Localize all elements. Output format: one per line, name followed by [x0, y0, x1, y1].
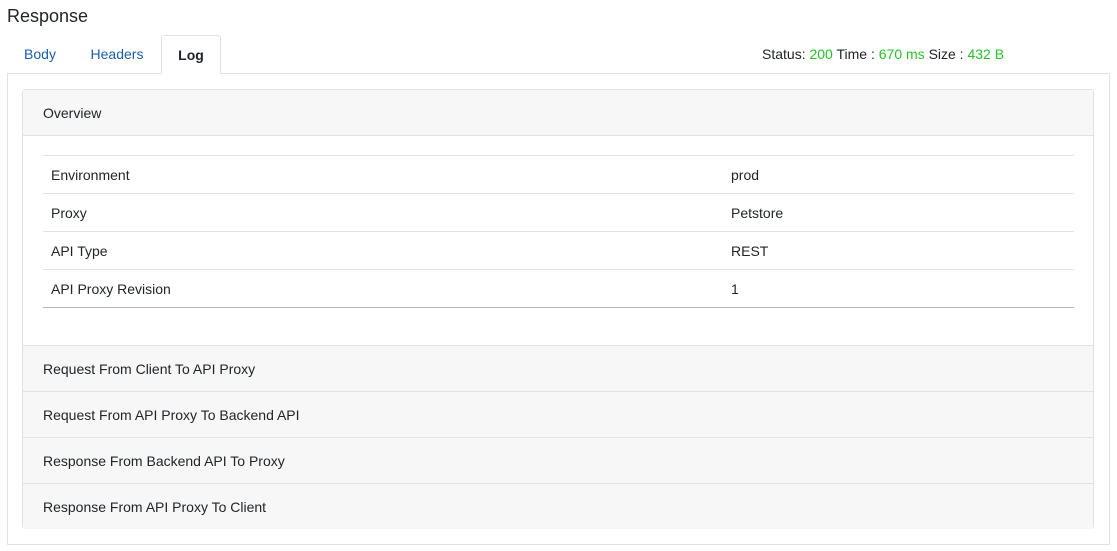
status-label: Status:: [762, 46, 806, 62]
overview-body: Environment prod Proxy Petstore API Type…: [23, 136, 1093, 345]
tab-log[interactable]: Log: [161, 35, 221, 74]
overview-header[interactable]: Overview: [23, 90, 1093, 136]
overview-table: Environment prod Proxy Petstore API Type…: [43, 155, 1074, 308]
status-value: 200: [809, 46, 833, 62]
section-response-proxy-to-client[interactable]: Response From API Proxy To Client: [23, 483, 1093, 529]
section-request-proxy-to-backend[interactable]: Request From API Proxy To Backend API: [23, 391, 1093, 437]
panel-top-border: [732, 73, 1110, 74]
row-key-api-type: API Type: [43, 231, 723, 270]
table-row: API Type REST: [43, 231, 1074, 270]
size-label: Size :: [928, 46, 964, 62]
row-value-environment: prod: [723, 155, 1074, 194]
table-row: Environment prod: [43, 155, 1074, 194]
log-accordion: Overview Environment prod Proxy Petstore…: [22, 89, 1094, 529]
row-value-proxy: Petstore: [723, 193, 1074, 232]
size-value: 432 B: [967, 46, 1005, 62]
table-row: API Proxy Revision 1: [43, 269, 1074, 308]
time-value: 670 ms: [878, 46, 925, 62]
response-title: Response: [7, 6, 89, 26]
row-value-api-type: REST: [723, 231, 1074, 270]
section-request-client-to-proxy[interactable]: Request From Client To API Proxy: [23, 345, 1093, 391]
time-label: Time :: [836, 46, 875, 62]
response-tabs: Body Headers Log: [7, 35, 732, 74]
table-row: Proxy Petstore: [43, 193, 1074, 232]
response-status-bar: Status: 200 Time : 670 ms Size : 432 B: [762, 46, 1004, 62]
row-key-environment: Environment: [43, 155, 723, 194]
row-key-proxy: Proxy: [43, 193, 723, 232]
tab-body[interactable]: Body: [7, 35, 73, 74]
row-value-api-proxy-revision: 1: [723, 269, 1074, 308]
section-response-backend-to-proxy[interactable]: Response From Backend API To Proxy: [23, 437, 1093, 483]
tab-headers[interactable]: Headers: [73, 35, 161, 74]
row-key-api-proxy-revision: API Proxy Revision: [43, 269, 723, 308]
